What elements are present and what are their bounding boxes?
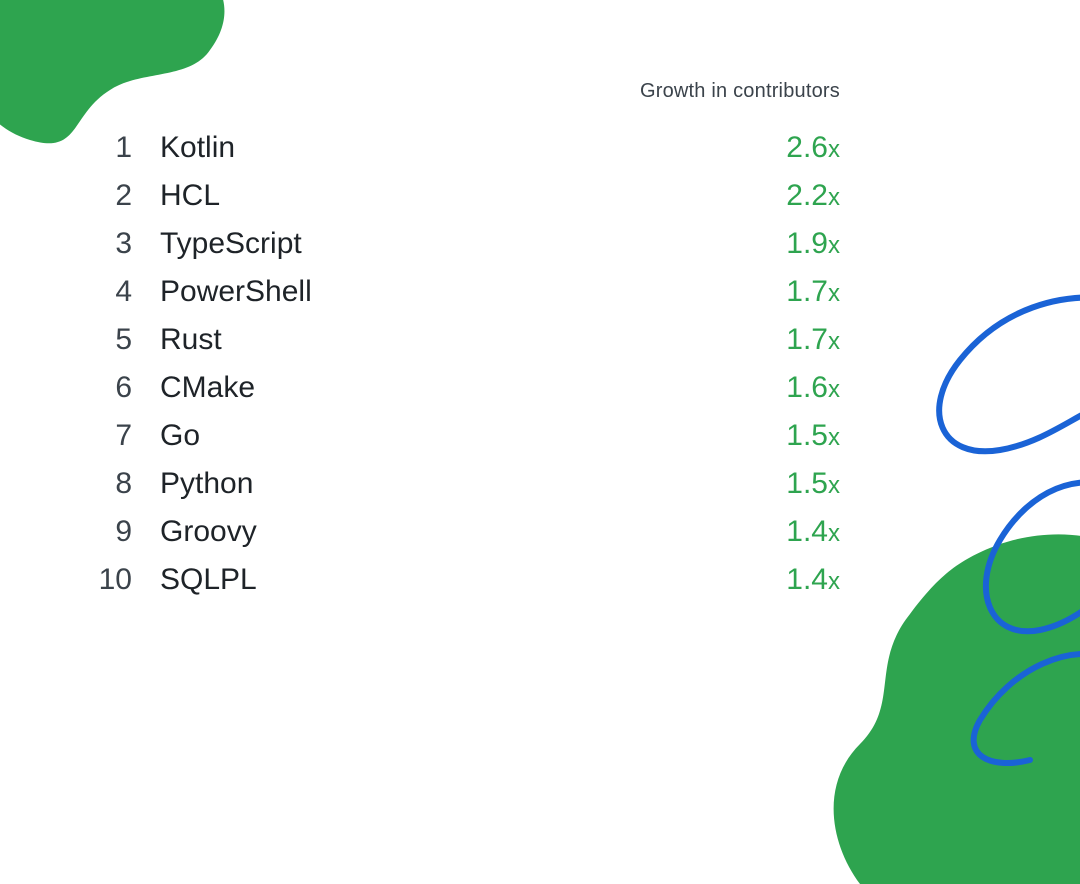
ranking-list: 1 Kotlin 2.6x 2 HCL 2.2x 3 TypeScript 1.… bbox=[80, 131, 870, 611]
growth-value: 2.2x bbox=[786, 179, 840, 213]
language-name: SQLPL bbox=[160, 563, 786, 597]
rank-number: 9 bbox=[80, 515, 132, 549]
language-name: TypeScript bbox=[160, 227, 786, 261]
list-item: 8 Python 1.5x bbox=[80, 467, 870, 501]
language-name: Kotlin bbox=[160, 131, 786, 165]
chart-content: Growth in contributors 1 Kotlin 2.6x 2 H… bbox=[0, 0, 1080, 611]
growth-value: 1.5x bbox=[786, 419, 840, 453]
rank-number: 3 bbox=[80, 227, 132, 261]
language-name: Groovy bbox=[160, 515, 786, 549]
list-item: 3 TypeScript 1.9x bbox=[80, 227, 870, 261]
rank-number: 1 bbox=[80, 131, 132, 165]
rank-number: 10 bbox=[80, 563, 132, 597]
list-item: 7 Go 1.5x bbox=[80, 419, 870, 453]
rank-number: 8 bbox=[80, 467, 132, 501]
rank-number: 5 bbox=[80, 323, 132, 357]
growth-value: 2.6x bbox=[786, 131, 840, 165]
language-name: Go bbox=[160, 419, 786, 453]
list-item: 4 PowerShell 1.7x bbox=[80, 275, 870, 309]
list-item: 9 Groovy 1.4x bbox=[80, 515, 870, 549]
language-name: Rust bbox=[160, 323, 786, 357]
rank-number: 2 bbox=[80, 179, 132, 213]
list-item: 1 Kotlin 2.6x bbox=[80, 131, 870, 165]
language-name: Python bbox=[160, 467, 786, 501]
growth-value: 1.4x bbox=[786, 515, 840, 549]
growth-value: 1.6x bbox=[786, 371, 840, 405]
list-item: 10 SQLPL 1.4x bbox=[80, 563, 870, 597]
growth-value: 1.7x bbox=[786, 323, 840, 357]
growth-value: 1.7x bbox=[786, 275, 840, 309]
list-item: 6 CMake 1.6x bbox=[80, 371, 870, 405]
rank-number: 4 bbox=[80, 275, 132, 309]
language-name: HCL bbox=[160, 179, 786, 213]
language-name: CMake bbox=[160, 371, 786, 405]
column-header-growth: Growth in contributors bbox=[80, 80, 840, 103]
growth-value: 1.9x bbox=[786, 227, 840, 261]
growth-value: 1.5x bbox=[786, 467, 840, 501]
list-item: 5 Rust 1.7x bbox=[80, 323, 870, 357]
growth-value: 1.4x bbox=[786, 563, 840, 597]
language-name: PowerShell bbox=[160, 275, 786, 309]
rank-number: 7 bbox=[80, 419, 132, 453]
list-item: 2 HCL 2.2x bbox=[80, 179, 870, 213]
rank-number: 6 bbox=[80, 371, 132, 405]
